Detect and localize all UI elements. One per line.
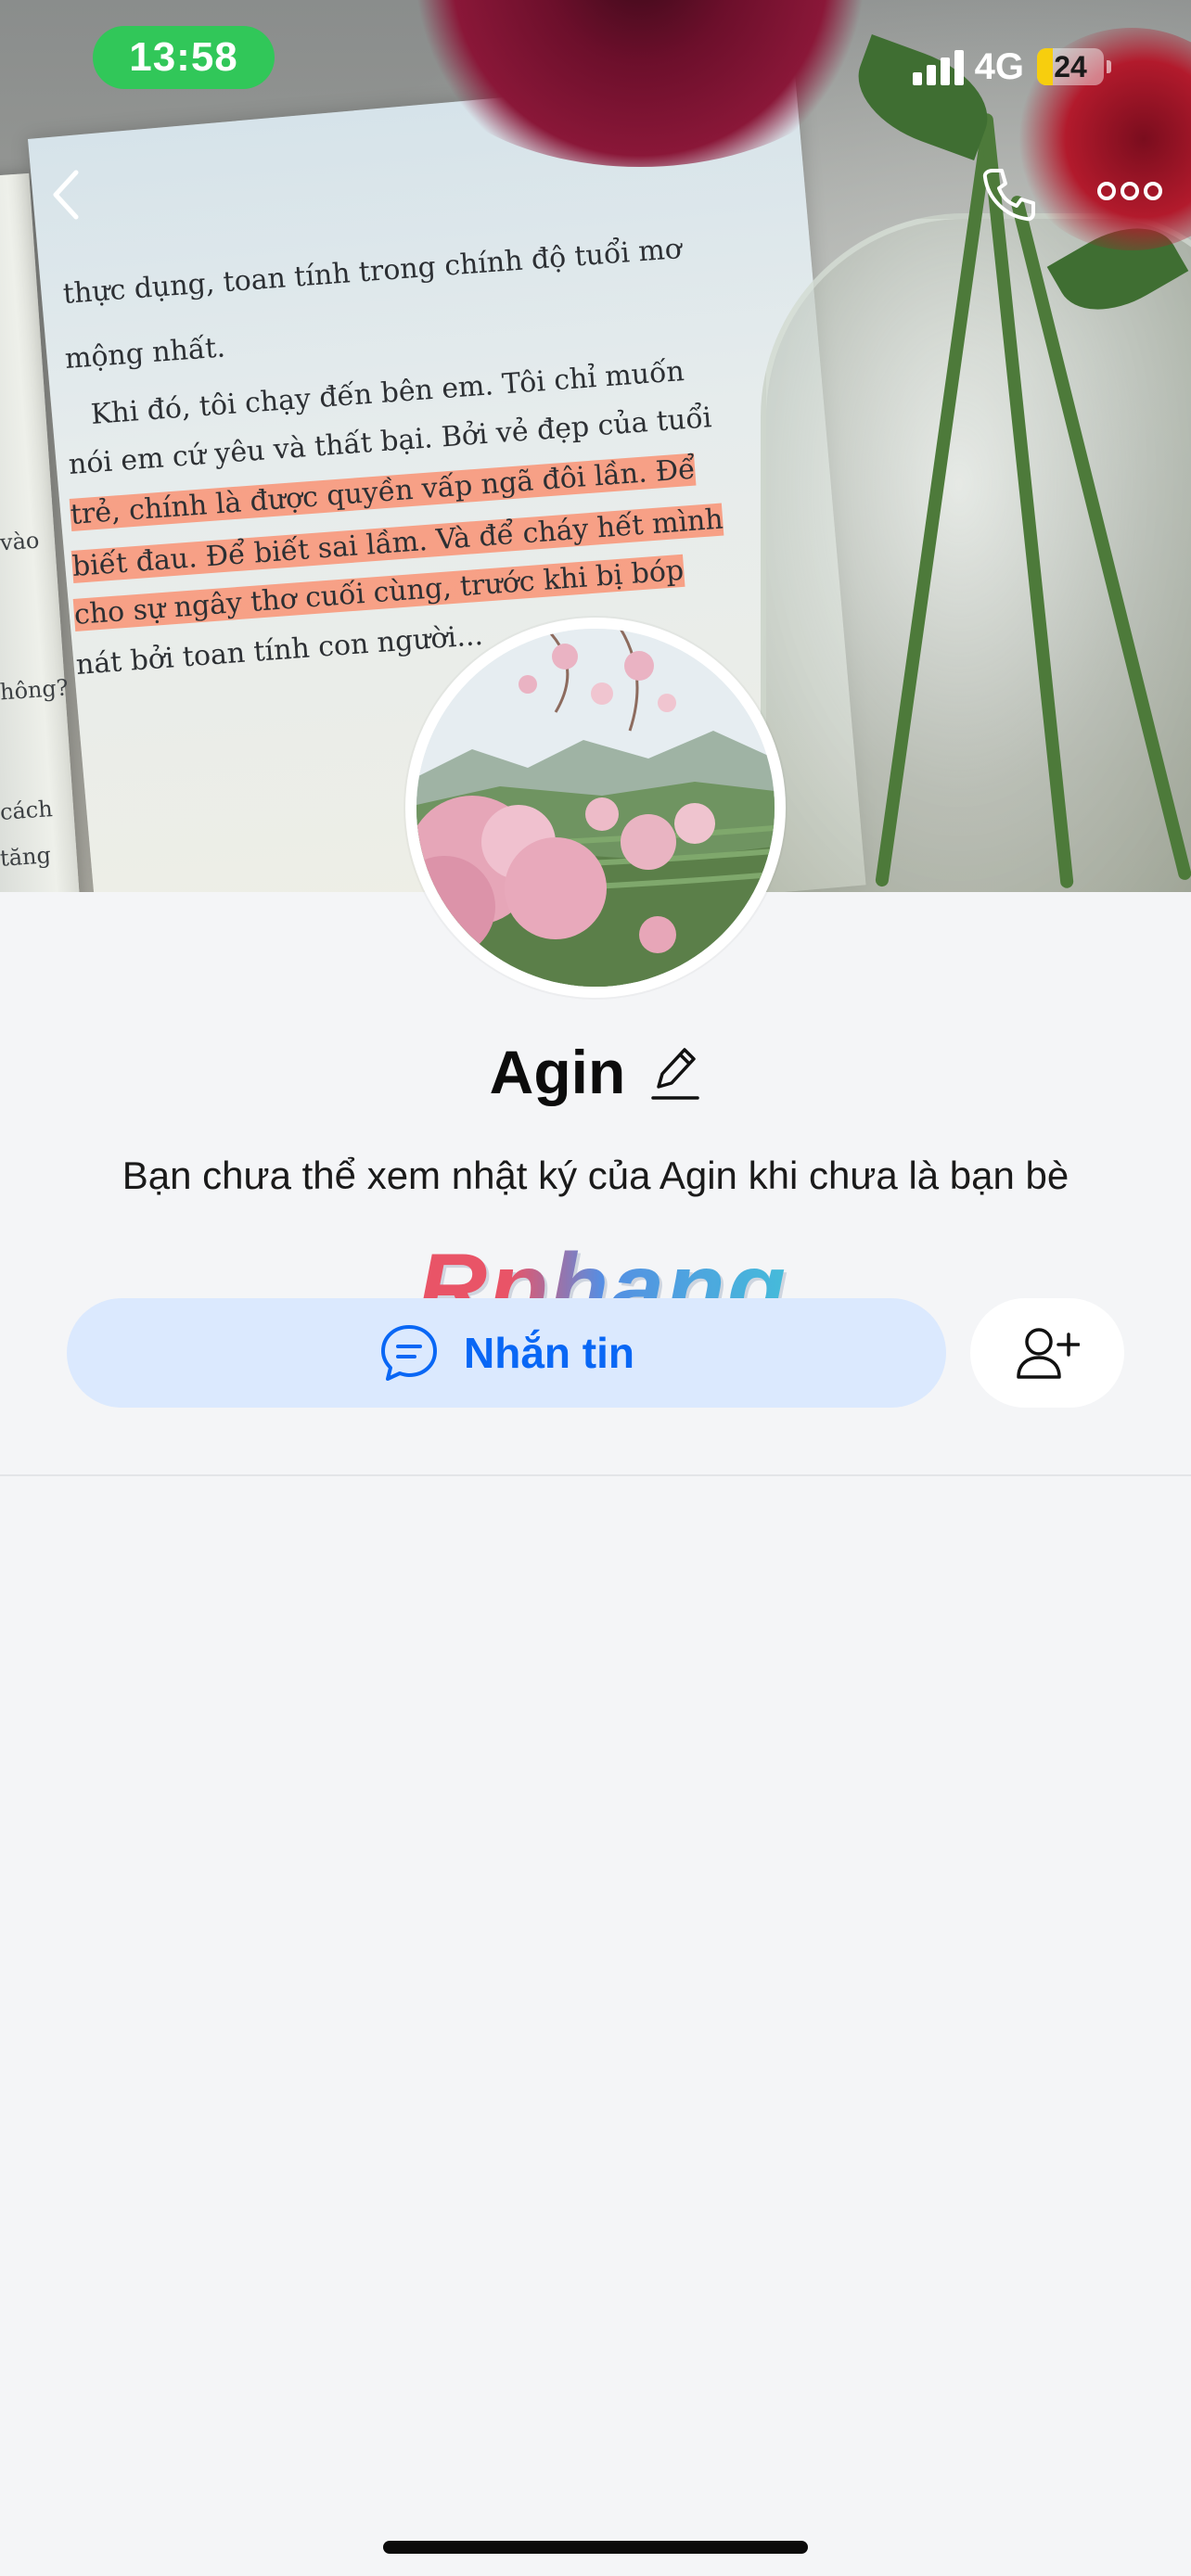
pencil-icon <box>651 1048 700 1100</box>
add-friend-icon <box>1017 1328 1080 1379</box>
add-friend-button[interactable] <box>970 1298 1124 1408</box>
book-side-fragment: hông? <box>0 674 70 706</box>
chat-bubble-icon <box>381 1325 437 1381</box>
section-divider <box>0 1474 1191 1476</box>
edit-name-button[interactable] <box>649 1042 701 1102</box>
profile-name: Agin <box>489 1038 626 1106</box>
privacy-notice: Bạn chưa thể xem nhật ký của Agin khi ch… <box>122 1154 1069 1197</box>
home-indicator[interactable] <box>383 2541 808 2554</box>
status-indicators: 4G 24 <box>912 41 1111 93</box>
book-side-fragment: tăng <box>0 842 52 872</box>
network-type: 4G <box>974 45 1024 87</box>
profile-name-row: Agin <box>0 1037 1191 1107</box>
cherry-blossom-landscape <box>416 629 775 987</box>
more-button[interactable] <box>1091 158 1169 224</box>
more-dots-icon <box>1097 182 1162 200</box>
call-button[interactable] <box>970 156 1048 234</box>
message-button-label: Nhắn tin <box>464 1329 634 1377</box>
battery-icon: 24 <box>1037 48 1104 85</box>
book-side-fragment: vào <box>0 527 41 556</box>
message-button[interactable]: Nhắn tin <box>67 1298 946 1408</box>
chevron-left-icon <box>53 170 79 220</box>
battery-percent: 24 <box>1054 49 1087 83</box>
glass-vase <box>761 213 1191 892</box>
avatar[interactable] <box>405 618 786 998</box>
book-side-fragment: cách <box>0 796 54 825</box>
avatar-image <box>416 629 775 987</box>
signal-strength-icon <box>912 48 964 85</box>
back-button[interactable] <box>28 158 102 232</box>
battery-tip <box>1107 60 1111 73</box>
phone-icon <box>982 169 1035 222</box>
status-time: 13:58 <box>93 26 275 89</box>
